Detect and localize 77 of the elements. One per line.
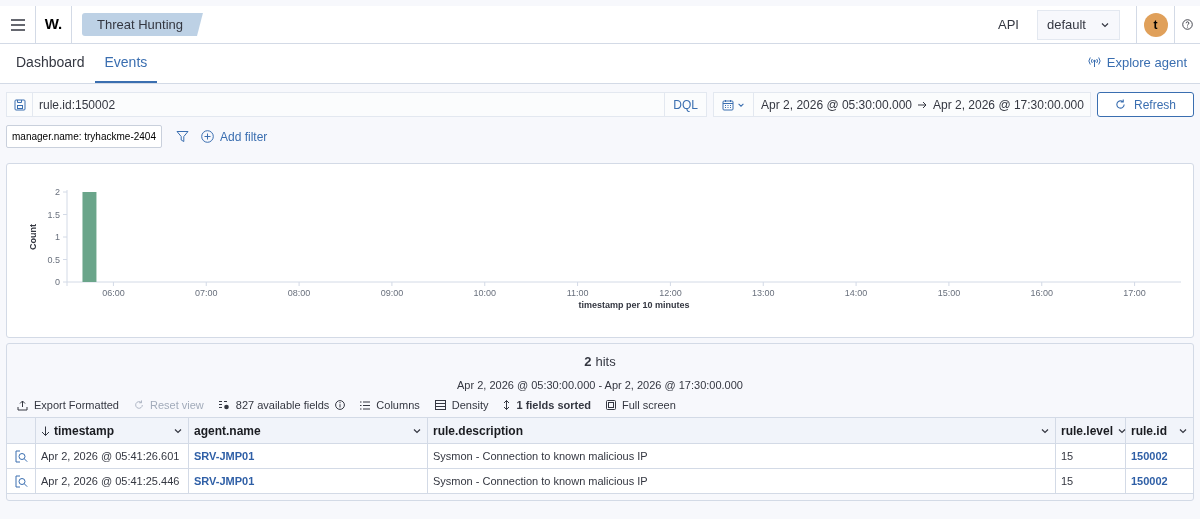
y-tick-label: 0.5 (47, 254, 60, 265)
y-tick-label: 1 (55, 232, 60, 242)
table-link[interactable]: SRV-JMP01 (194, 447, 255, 465)
refresh-button[interactable]: Refresh (1096, 92, 1194, 117)
breadcrumb[interactable]: Threat Hunting (82, 12, 203, 37)
inspect-icon[interactable] (14, 474, 28, 488)
x-tick-label: 13:00 (752, 288, 775, 298)
y-tick-label: 1.5 (47, 209, 60, 220)
sort-icon (503, 400, 511, 410)
table-cell-text: Sysmon - Connection to known malicious IP (433, 473, 648, 489)
toolbar-button[interactable]: Full screen (606, 396, 676, 414)
filter-icon[interactable] (175, 130, 189, 143)
toolbar-button[interactable]: Columns (360, 396, 420, 414)
hits-label: hits (595, 353, 616, 371)
y-tick-label: 2 (55, 187, 60, 197)
add-filter-button[interactable]: Add filter (200, 127, 268, 146)
plus-circle-icon (200, 130, 214, 143)
refresh-icon (134, 400, 144, 410)
tab[interactable]: Dashboard (6, 44, 95, 83)
x-tick-label: 09:00 (380, 288, 404, 298)
api-link[interactable]: API (998, 14, 1019, 35)
column-header[interactable]: agent.name (189, 418, 428, 443)
end-date[interactable]: Apr 2, 2026 @ 17:30:00.000 (933, 95, 1084, 114)
signal-icon (1087, 57, 1101, 68)
x-tick-label: 15:00 (937, 288, 961, 298)
inspect-icon[interactable] (14, 449, 28, 463)
calendar-icon (722, 98, 735, 111)
x-tick-label: 17:00 (1123, 288, 1146, 298)
table-cell-text: 15 (1061, 473, 1074, 489)
x-tick-label: 08:00 (287, 288, 311, 298)
fields-icon (218, 400, 230, 410)
table-link[interactable]: SRV-JMP01 (194, 472, 255, 490)
toolbar-button[interactable]: Density (434, 396, 489, 414)
tab[interactable]: Events (94, 44, 158, 83)
explore-agent-link[interactable]: Explore agent (1087, 52, 1187, 73)
logo[interactable]: W. (44, 13, 63, 36)
column-header[interactable]: rule.level (1056, 418, 1126, 443)
column-header[interactable]: rule.id (1126, 418, 1193, 443)
x-tick-label: 16:00 (1030, 288, 1053, 298)
export-icon (17, 399, 28, 411)
arrow-right-icon (918, 100, 927, 109)
y-tick-label: 0 (55, 277, 60, 287)
toolbar-button[interactable]: 827 available fields (218, 396, 346, 414)
x-tick-label: 07:00 (195, 288, 218, 298)
query-text: rule.id:150002 (39, 96, 117, 114)
help-icon[interactable] (1182, 19, 1193, 30)
table-cell-text: Sysmon - Connection to known malicious IP (433, 448, 648, 464)
x-tick-label: 10:00 (473, 288, 496, 298)
x-axis-title: timestamp per 10 minutes (578, 300, 690, 310)
hits-count: 2 (584, 353, 592, 371)
x-tick-label: 14:00 (844, 288, 868, 298)
start-date[interactable]: Apr 2, 2026 @ 05:30:00.000 (761, 95, 912, 114)
table-icon (434, 400, 446, 410)
column-header[interactable]: rule.description (428, 418, 1056, 443)
save-icon[interactable] (13, 98, 26, 111)
info-icon (335, 400, 346, 410)
query-language-button[interactable]: DQL (664, 93, 707, 116)
x-tick-label: 12:00 (659, 288, 682, 298)
x-tick-label: 11:00 (566, 288, 589, 298)
query-bar[interactable]: rule.id:150002 DQL (6, 92, 708, 117)
user-avatar[interactable]: t (1143, 12, 1168, 37)
fullscreen-icon (606, 400, 617, 410)
toolbar-button[interactable]: Export Formatted (17, 396, 119, 414)
list-icon (360, 400, 371, 410)
space-select[interactable]: default (1036, 9, 1120, 40)
filter-pill[interactable]: manager.name: tryhackme-2404 (6, 125, 162, 148)
hits-time-range: Apr 2, 2026 @ 05:30:00.000 - Apr 2, 2026 @ 17:30:00.000 (457, 377, 743, 393)
table-cell-text: Apr 2, 2026 @ 05:41:26.601 (41, 448, 180, 464)
table-link[interactable]: 150002 (1131, 472, 1168, 490)
refresh-icon (1114, 99, 1126, 110)
toolbar-button[interactable]: 1 fields sorted (503, 396, 592, 414)
table-link[interactable]: 150002 (1131, 447, 1168, 465)
y-axis-title: Count (28, 224, 38, 250)
table-cell-text: 15 (1061, 448, 1074, 464)
table-cell-text: Apr 2, 2026 @ 05:41:25.446 (41, 473, 180, 489)
x-tick-label: 06:00 (102, 288, 125, 298)
column-header[interactable]: timestamp (36, 418, 189, 443)
